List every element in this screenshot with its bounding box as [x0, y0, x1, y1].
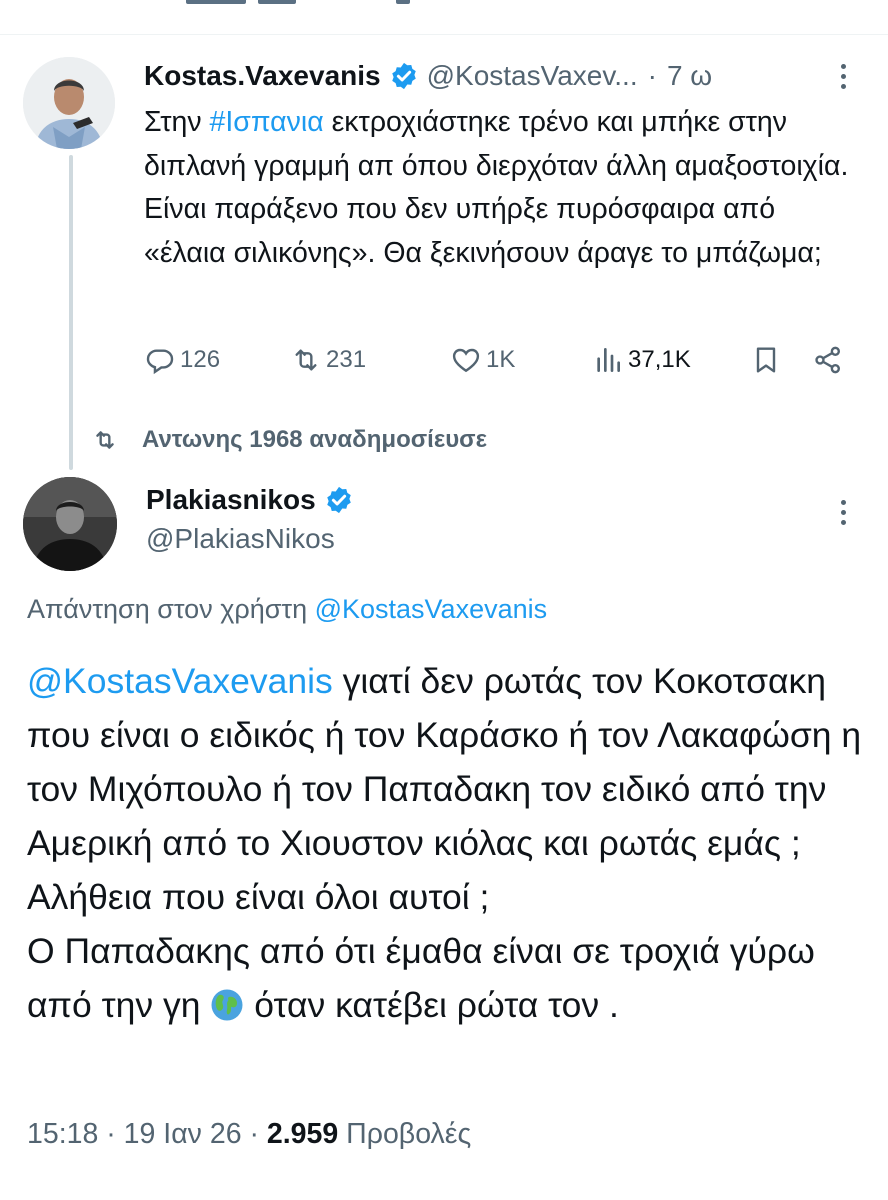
reply-label: Απάντηση στον χρήστη: [27, 594, 315, 624]
separator-dot: ·: [106, 1118, 116, 1150]
reply-button[interactable]: 126: [144, 344, 220, 376]
author-name[interactable]: Kostas.Vaxevanis: [144, 60, 381, 92]
views-bar-icon: [597, 348, 620, 372]
tweet-text-part: όταν κατέβει ρώτα τον .: [244, 985, 619, 1025]
retweet-icon: [96, 431, 114, 449]
verified-badge-icon: [389, 61, 419, 91]
views-count: 37,1K: [628, 346, 691, 373]
more-dots-icon[interactable]: [838, 500, 848, 532]
author-handle[interactable]: @PlakiasNikos: [146, 523, 335, 555]
share-icon: [815, 346, 840, 374]
retweet-icon: [295, 349, 317, 371]
like-button[interactable]: 1K: [450, 344, 515, 376]
author-name[interactable]: Plakiasnikos: [146, 484, 316, 516]
thread-connector-line: [69, 155, 73, 470]
reply-to-mention-link[interactable]: @KostasVaxevanis: [315, 594, 548, 624]
retweet-count: 231: [326, 346, 367, 373]
mention-link[interactable]: @KostasVaxevanis: [27, 661, 333, 701]
hashtag-link[interactable]: #Ισπανια: [210, 106, 324, 138]
avatar[interactable]: [23, 57, 115, 149]
verified-badge-icon: [324, 485, 354, 515]
reply-icon: [146, 349, 174, 375]
share-button[interactable]: [812, 344, 848, 376]
retweet-button[interactable]: 231: [290, 344, 366, 376]
cut-off-previous-content: [0, 0, 888, 8]
like-count: 1K: [486, 346, 516, 373]
reply-context: Απάντηση στον χρήστη @KostasVaxevanis: [27, 594, 547, 625]
globe-emoji-icon: [210, 983, 244, 1021]
separator-dot: ·: [647, 60, 657, 91]
tweet-text-part: Στην: [144, 106, 210, 138]
tweet-text-part: Αλήθεια που είναι όλοι αυτοί ;: [27, 877, 490, 917]
tweet-time[interactable]: 7 ω: [667, 60, 712, 92]
tweet-date[interactable]: 19 Ιαν 26: [124, 1118, 242, 1150]
tweet-text: Στην #Ισπανια εκτροχιάστηκε τρένο και μπ…: [144, 101, 859, 275]
bookmark-button[interactable]: [750, 344, 786, 376]
more-dots-icon[interactable]: [838, 64, 848, 96]
separator-dot: ·: [249, 1118, 259, 1150]
views-number: 2.959: [266, 1118, 339, 1150]
author-handle[interactable]: @KostasVaxev...: [427, 60, 638, 92]
tweet-header: Plakiasnikos: [146, 480, 362, 520]
tweet-time[interactable]: 15:18: [27, 1118, 98, 1150]
tweet-actions: 126 231 1K 37,1K: [144, 344, 854, 380]
divider: [0, 34, 888, 35]
tweet-metadata: 15:18 · 19 Ιαν 26 · 2.959 Προβολές: [27, 1118, 471, 1151]
bookmark-icon: [756, 347, 776, 373]
reply-count: 126: [180, 346, 221, 373]
retweet-notice[interactable]: Αντωνης 1968 αναδημοσίευσε: [92, 424, 487, 456]
tweet-text: @KostasVaxevanis γιατί δεν ρωτάς τον Κοκ…: [27, 654, 872, 1032]
tweet-header: Kostas.Vaxevanis @KostasVaxev... · 7 ω: [144, 56, 864, 96]
heart-icon: [452, 348, 480, 373]
avatar[interactable]: [23, 477, 117, 571]
retweet-notice-text: Αντωνης 1968 αναδημοσίευσε: [142, 426, 487, 453]
views-label: Προβολές: [346, 1118, 472, 1150]
views-button[interactable]: 37,1K: [592, 344, 691, 376]
